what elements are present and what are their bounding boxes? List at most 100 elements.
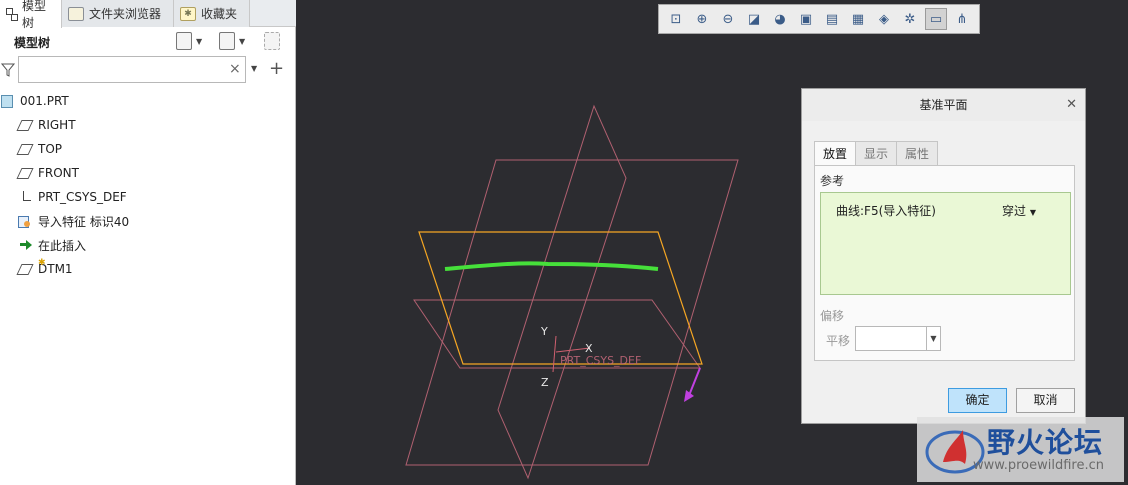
translate-input[interactable]: ▼	[855, 326, 941, 351]
sketch-view-button[interactable]: ⋔	[951, 8, 973, 30]
datum-plane-dtm1-preview[interactable]	[418, 231, 703, 365]
view-manager-icon: ▤	[825, 11, 839, 27]
tree-item-label: PRT_CSYS_DEF	[38, 190, 127, 204]
tab-model-tree[interactable]: 模型树	[0, 0, 62, 30]
tab-label: 收藏夹	[201, 7, 238, 21]
datum-plane-icon	[18, 166, 32, 180]
folder-browser-icon	[68, 6, 84, 21]
zoom-fit-button[interactable]: ⊡	[665, 8, 687, 30]
model-tree: 001.PRT RIGHT TOP FRONT PRT_CSYS_DEF 导入特…	[0, 89, 290, 281]
display-style-button[interactable]: ▣	[795, 8, 817, 30]
saved-views-button[interactable]: ◕	[769, 8, 791, 30]
zoom-out-button[interactable]: ⊖	[717, 8, 739, 30]
tree-header: 模型树 ▼ ▼	[0, 28, 290, 54]
tab-label: 模型树	[22, 0, 47, 30]
tools-icon	[176, 32, 192, 50]
import-feature-icon	[18, 214, 32, 228]
clear-icon[interactable]: ×	[229, 61, 241, 77]
tree-item-csys[interactable]: PRT_CSYS_DEF	[0, 185, 290, 209]
tab-favorites[interactable]: ✱ 收藏夹	[174, 0, 250, 27]
dialog-tabs: 放置 显示 属性	[814, 141, 939, 166]
axis-label-y: Y	[540, 325, 548, 338]
perspective-icon: ▦	[851, 11, 865, 27]
view-toolbar: ⊡ ⊕ ⊖ ◪ ◕ ▣ ▤ ▦ ◈ ✲ ▭ ⋔	[658, 4, 980, 34]
reference-item[interactable]: 曲线:F5(导入特征)	[836, 202, 936, 219]
datum-plane-top[interactable]	[413, 299, 701, 369]
panel-tab-bar: 模型树 文件夹浏览器 ✱ 收藏夹	[0, 0, 296, 30]
reference-constraint-label: 穿过	[1002, 204, 1027, 218]
cancel-button[interactable]: 取消	[1016, 388, 1075, 413]
chevron-down-icon[interactable]: ▼	[926, 327, 940, 350]
part-icon	[0, 94, 14, 108]
zoom-in-icon: ⊕	[696, 11, 708, 27]
favorites-icon: ✱	[180, 6, 196, 21]
tree-filter-toggle[interactable]	[264, 32, 280, 50]
tree-item-label: 001.PRT	[20, 94, 69, 108]
tree-item-dtm1[interactable]: ✱ DTM1	[0, 257, 290, 281]
show-dropdown[interactable]: ▼	[219, 32, 245, 50]
watermark-title: 野火论坛	[987, 426, 1104, 459]
csys-axis-y	[552, 335, 557, 373]
tab-label: 文件夹浏览器	[89, 7, 162, 21]
annotation-display-button[interactable]: ▭	[925, 8, 947, 30]
reorient-button[interactable]: ◪	[743, 8, 765, 30]
tree-search-input[interactable]	[18, 56, 246, 83]
tab-folder-browser[interactable]: 文件夹浏览器	[62, 0, 174, 27]
axis-label-z: Z	[541, 376, 549, 389]
tree-item-label: 在此插入	[38, 238, 87, 253]
csys-icon	[18, 190, 32, 204]
tab-placement[interactable]: 放置	[814, 141, 857, 166]
datum-plane-icon: ✱	[18, 258, 46, 276]
saved-views-icon: ◕	[774, 11, 786, 27]
view-manager-button[interactable]: ▤	[821, 8, 843, 30]
ok-button[interactable]: 确定	[948, 388, 1007, 413]
chevron-down-icon: ▼	[1029, 208, 1036, 217]
sketch-view-icon: ⋔	[956, 11, 968, 27]
imported-curve[interactable]	[444, 261, 659, 271]
tree-item-label: FRONT	[38, 166, 79, 180]
tree-item-front[interactable]: FRONT	[0, 161, 290, 185]
datum-display-icon: ✲	[904, 11, 916, 27]
dialog-title: 基准平面	[802, 89, 1085, 121]
filter-row: × ▼ +	[0, 56, 290, 84]
model-tree-panel: 模型树 文件夹浏览器 ✱ 收藏夹 模型树 ▼ ▼ × ▼ + 001.PRT R…	[0, 0, 296, 485]
close-icon[interactable]: ✕	[1066, 97, 1077, 112]
spin-center-icon: ◈	[879, 11, 889, 27]
zoom-fit-icon: ⊡	[670, 11, 682, 27]
tree-item-top[interactable]: TOP	[0, 137, 290, 161]
references-label: 参考	[820, 174, 845, 188]
datum-plane-front[interactable]	[405, 159, 739, 466]
tab-properties[interactable]: 属性	[896, 141, 939, 166]
tree-item-insert-here[interactable]: 在此插入	[0, 233, 290, 257]
spin-center-button[interactable]: ◈	[873, 8, 895, 30]
placement-panel: 参考 曲线:F5(导入特征) 穿过 ▼ 偏移 平移 ▼	[814, 165, 1075, 361]
settings-dropdown[interactable]: ▼	[176, 32, 202, 50]
watermark: 野火论坛 www.proewildfire.cn	[917, 417, 1124, 482]
tree-item-import-feature[interactable]: 导入特征 标识40	[0, 209, 290, 233]
perspective-button[interactable]: ▦	[847, 8, 869, 30]
tree-item-right[interactable]: RIGHT	[0, 113, 290, 137]
datum-display-button[interactable]: ✲	[899, 8, 921, 30]
tree-filter-icon	[264, 32, 280, 50]
watermark-url: www.proewildfire.cn	[973, 458, 1104, 473]
add-icon[interactable]: +	[269, 58, 284, 79]
chevron-down-icon: ▼	[196, 36, 203, 46]
model-tree-icon	[6, 8, 18, 21]
chevron-down-icon[interactable]: ▼	[251, 64, 257, 73]
references-collector[interactable]: 曲线:F5(导入特征) 穿过 ▼	[820, 192, 1071, 295]
funnel-icon	[1, 63, 15, 77]
direction-arrow-head[interactable]	[684, 390, 694, 402]
csys-label: PRT_CSYS_DEF	[560, 354, 641, 367]
offset-label: 偏移	[820, 309, 845, 323]
tree-item-label: TOP	[38, 142, 63, 156]
chevron-down-icon: ▼	[239, 36, 246, 46]
reorient-icon: ◪	[747, 11, 761, 27]
tree-title: 模型树	[14, 36, 51, 50]
datum-plane-right[interactable]	[497, 104, 627, 480]
display-style-icon: ▣	[799, 11, 813, 27]
tab-display[interactable]: 显示	[855, 141, 898, 166]
reference-constraint-dropdown[interactable]: 穿过 ▼	[1002, 202, 1036, 219]
tree-item-part[interactable]: 001.PRT	[0, 89, 290, 113]
datum-plane-icon	[18, 142, 32, 156]
zoom-in-button[interactable]: ⊕	[691, 8, 713, 30]
